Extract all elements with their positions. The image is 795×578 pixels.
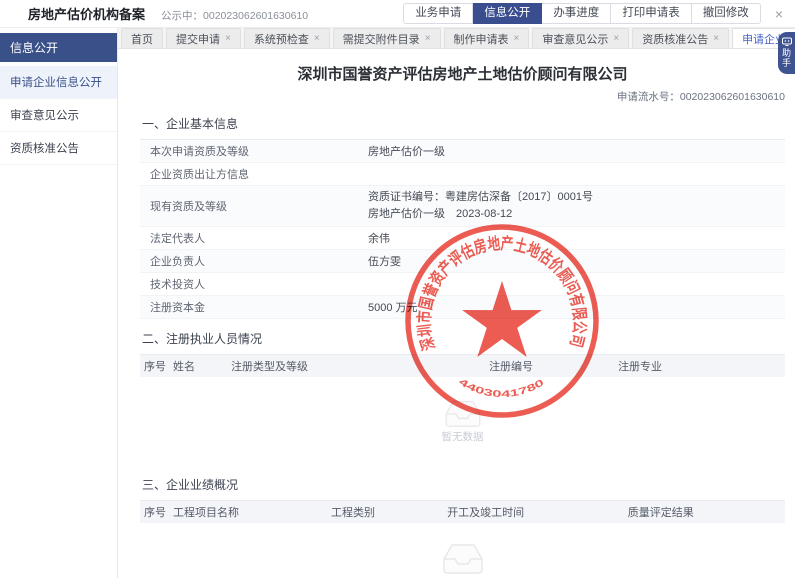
column-header: 开工及竣工时间 [443,504,624,520]
tab-close-icon[interactable]: × [713,33,719,44]
table-body-empty: 暂无数据 [140,377,785,465]
tab-label: 提交申请 [176,31,220,47]
table-body-empty: 暂无数据 [140,523,785,578]
tab-system-precheck[interactable]: 系统预检查 × [244,28,330,48]
app-title: 房地产估价机构备案 [28,4,145,23]
table-row: 企业负责人 伍方雯 [140,250,785,273]
row-value: 资质证书编号：粤建房估深备〔2017〕0001号 房地产估价一级 2023-08… [368,186,593,226]
action-business-apply[interactable]: 业务申请 [403,3,473,24]
empty-inbox-icon [443,398,483,428]
assistant-robot-icon [782,37,792,46]
table-row: 法定代表人 余伟 [140,227,785,250]
tab-label: 制作申请表 [454,31,509,47]
row-label: 注册资本金 [140,296,368,318]
column-header: 工程类别 [327,504,443,520]
section-company-performance: 三、企业业绩概况 序号 工程项目名称 工程类别 开工及竣工时间 质量评定结果 [140,472,785,578]
action-info-public[interactable]: 信息公开 [473,3,542,24]
table-row: 企业资质出让方信息 [140,163,785,186]
top-bar: 房地产估价机构备案 公示中：002023062601630610 业务申请 信息… [0,0,795,28]
table-row: 注册资本金 5000 万元 [140,296,785,319]
row-label: 企业负责人 [140,250,368,272]
section-title: 一、企业基本信息 [140,111,785,140]
table-row: 技术投资人 [140,273,785,296]
section-basic-info: 一、企业基本信息 本次申请资质及等级 房地产估价一级 企业资质出让方信息 现有资… [140,111,785,319]
row-value: 5000 万元 [368,296,418,318]
sidebar-item-qualification-notice[interactable]: 资质核准公告 [0,132,117,165]
top-bar-left: 房地产估价机构备案 公示中：002023062601630610 [28,4,308,23]
section-title: 二、注册执业人员情况 [140,326,785,355]
row-label: 企业资质出让方信息 [140,163,368,185]
tab-label: 系统预检查 [254,31,309,47]
empty-text: 暂无数据 [442,429,484,444]
assistant-label: 助手 [780,48,793,68]
row-value: 伍方雯 [368,250,401,272]
tab-close-icon[interactable]: × [314,33,320,44]
tab-attachment-list[interactable]: 需提交附件目录 × [333,28,441,48]
column-header: 序号 [140,504,169,520]
tab-close-icon[interactable]: × [425,33,431,44]
info-rows: 本次申请资质及等级 房地产估价一级 企业资质出让方信息 现有资质及等级 资质证书… [140,140,785,319]
tab-strip: 首页 提交申请 × 系统预检查 × 需提交附件目录 × 制作申请表 × [118,28,795,49]
cert-number-line: 资质证书编号：粤建房估深备〔2017〕0001号 [368,189,593,206]
action-withdraw-modify[interactable]: 撤回修改 [692,3,761,24]
column-header: 序号 [140,358,169,374]
table-header: 序号 工程项目名称 工程类别 开工及竣工时间 质量评定结果 [140,501,785,523]
row-label: 技术投资人 [140,273,368,295]
column-header: 注册类型及等级 [227,358,485,374]
tab-make-application-form[interactable]: 制作申请表 × [444,28,530,48]
table-row: 本次申请资质及等级 房地产估价一级 [140,140,785,163]
column-header: 质量评定结果 [624,504,785,520]
section-registered-personnel: 二、注册执业人员情况 序号 姓名 注册类型及等级 注册编号 注册专业 [140,326,785,465]
app-window: 房地产估价机构备案 公示中：002023062601630610 业务申请 信息… [0,0,795,578]
tab-review-opinion-publicity[interactable]: 审查意见公示 × [532,28,629,48]
row-label: 本次申请资质及等级 [140,140,368,162]
section-title: 三、企业业绩概况 [140,472,785,501]
row-value: 房地产估价一级 [368,140,445,162]
tab-close-icon[interactable]: × [514,33,520,44]
row-label: 法定代表人 [140,227,368,249]
column-header: 注册编号 [485,358,614,374]
column-header: 姓名 [169,358,227,374]
empty-state: 暂无数据 [442,398,484,444]
sidebar-item-review-opinion[interactable]: 审查意见公示 [0,99,117,132]
tab-submit-application[interactable]: 提交申请 × [166,28,241,48]
cert-grade-line: 房地产估价一级 2023-08-12 [368,206,593,223]
page-title: 深圳市国誉资产评估房地产土地估价顾问有限公司 [140,63,785,84]
tab-close-icon[interactable]: × [225,33,231,44]
action-button-group: 业务申请 信息公开 办事进度 打印申请表 撤回修改 [403,3,761,24]
tab-label: 需提交附件目录 [343,31,420,47]
tab-label: 首页 [131,31,153,47]
main-column: 首页 提交申请 × 系统预检查 × 需提交附件目录 × 制作申请表 × [118,28,795,578]
tab-home[interactable]: 首页 [121,28,163,48]
application-serial-number: 申请流水号：002023062601630610 [140,89,785,104]
action-progress[interactable]: 办事进度 [542,3,611,24]
column-header: 工程项目名称 [169,504,327,520]
table-row: 现有资质及等级 资质证书编号：粤建房估深备〔2017〕0001号 房地产估价一级… [140,186,785,227]
content-area: 深圳市国誉资产评估房地产土地估价顾问有限公司 申请流水号：00202306260… [118,49,795,578]
top-bar-actions: 业务申请 信息公开 办事进度 打印申请表 撤回修改 × [403,3,789,24]
tab-label: 资质核准公告 [642,31,708,47]
column-header: 注册专业 [614,358,785,374]
row-value: 余伟 [368,227,390,249]
table-header: 序号 姓名 注册类型及等级 注册编号 注册专业 [140,355,785,377]
action-print-form[interactable]: 打印申请表 [611,3,692,24]
tab-close-icon[interactable]: × [613,33,619,44]
assistant-float-button[interactable]: 助手 [778,32,795,74]
sidebar-item-company-info-public[interactable]: 申请企业信息公开 [0,66,117,99]
empty-state: 暂无数据 [441,541,485,578]
empty-inbox-icon [441,541,485,575]
publicity-status: 公示中：002023062601630610 [161,8,308,23]
tab-qualification-approval-notice[interactable]: 资质核准公告 × [632,28,729,48]
tab-label: 审查意见公示 [542,31,608,47]
sidebar-header: 信息公开 [0,33,117,62]
close-icon[interactable]: × [775,7,783,21]
row-label: 现有资质及等级 [140,195,368,217]
body-row: 信息公开 申请企业信息公开 审查意见公示 资质核准公告 首页 提交申请 × 系统… [0,28,795,578]
sidebar: 信息公开 申请企业信息公开 审查意见公示 资质核准公告 [0,28,118,578]
